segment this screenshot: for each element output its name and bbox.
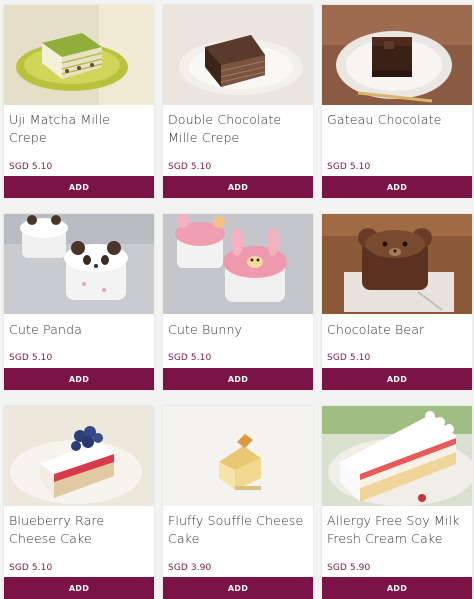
cute-panda-image [4, 214, 154, 314]
product-card-chocolate-bear[interactable]: Chocolate Bear SGD 5.10 ADD [322, 214, 472, 390]
product-price: SGD 5.90 [327, 563, 371, 573]
add-button[interactable]: ADD [4, 176, 154, 198]
product-price: SGD 5.10 [168, 162, 212, 172]
add-button[interactable]: ADD [4, 368, 154, 390]
product-name: Uji Matcha Mille Crepe [9, 112, 111, 145]
product-image[interactable] [163, 406, 313, 506]
product-card-gateau-chocolate[interactable]: Gateau Chocolate SGD 5.10 ADD [322, 5, 472, 198]
cute-bunny-image [163, 214, 313, 314]
product-name: Cute Bunny [168, 322, 243, 337]
matcha-crepe-image [4, 5, 154, 105]
product-card-uji-matcha-mille-crepe[interactable]: Uji Matcha Mille Crepe SGD 5.10 ADD [4, 5, 154, 198]
product-image[interactable] [4, 5, 154, 105]
soy-milk-cream-cake-image [322, 406, 472, 506]
product-card-allergy-free-soy-milk-fresh-cream-cake[interactable]: Allergy Free Soy Milk Fresh Cream Cake S… [322, 406, 472, 599]
product-price: SGD 5.10 [9, 162, 53, 172]
product-card-fluffy-souffle-cheese-cake[interactable]: Fluffy Souffle Cheese Cake SGD 3.90 ADD [163, 406, 313, 599]
product-price: SGD 3.90 [168, 563, 212, 573]
blueberry-cheese-cake-image [4, 406, 154, 506]
product-image[interactable] [163, 214, 313, 314]
product-name: Double Chocolate Mille Crepe [168, 112, 282, 145]
product-price: SGD 5.10 [9, 563, 53, 573]
add-button[interactable]: ADD [163, 577, 313, 599]
product-name: Allergy Free Soy Milk Fresh Cream Cake [327, 513, 460, 546]
gateau-chocolate-image [322, 5, 472, 105]
product-name: Blueberry Rare Cheese Cake [9, 513, 105, 546]
product-card-blueberry-rare-cheese-cake[interactable]: Blueberry Rare Cheese Cake SGD 5.10 ADD [4, 406, 154, 599]
product-image[interactable] [4, 406, 154, 506]
product-price: SGD 5.10 [327, 162, 371, 172]
chocolate-crepe-image [163, 5, 313, 105]
product-image[interactable] [163, 5, 313, 105]
product-card-double-chocolate-mille-crepe[interactable]: Double Chocolate Mille Crepe SGD 5.10 AD… [163, 5, 313, 198]
add-button[interactable]: ADD [322, 577, 472, 599]
product-image[interactable] [4, 214, 154, 314]
product-price: SGD 5.10 [9, 353, 53, 363]
product-name: Chocolate Bear [327, 322, 425, 337]
product-price: SGD 5.10 [168, 353, 212, 363]
chocolate-bear-image [322, 214, 472, 314]
product-image[interactable] [322, 5, 472, 105]
product-name: Fluffy Souffle Cheese Cake [168, 513, 304, 546]
product-image[interactable] [322, 406, 472, 506]
product-name: Gateau Chocolate [327, 112, 442, 127]
product-name: Cute Panda [9, 322, 82, 337]
souffle-cheese-cake-image [163, 406, 313, 506]
product-image[interactable] [322, 214, 472, 314]
product-card-cute-panda[interactable]: Cute Panda SGD 5.10 ADD [4, 214, 154, 390]
add-button[interactable]: ADD [322, 368, 472, 390]
add-button[interactable]: ADD [322, 176, 472, 198]
add-button[interactable]: ADD [163, 176, 313, 198]
add-button[interactable]: ADD [163, 368, 313, 390]
product-price: SGD 5.10 [327, 353, 371, 363]
add-button[interactable]: ADD [4, 577, 154, 599]
product-card-cute-bunny[interactable]: Cute Bunny SGD 5.10 ADD [163, 214, 313, 390]
